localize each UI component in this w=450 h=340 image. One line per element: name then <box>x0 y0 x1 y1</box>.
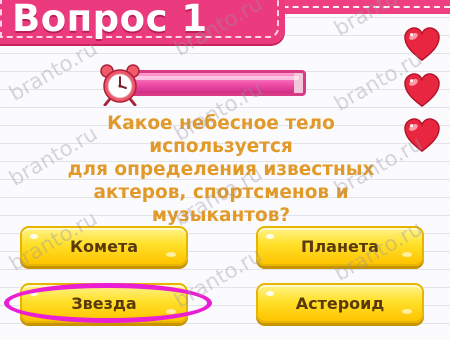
selected-answer-highlight <box>4 283 212 323</box>
question-line: актеров, спортсменов и <box>93 182 349 203</box>
question-line: Какое небесное тело используется <box>107 113 335 157</box>
answer-button-planeta[interactable]: Планета <box>256 226 424 266</box>
question-title: Вопрос 1 <box>12 0 208 40</box>
alarm-clock-icon <box>98 62 142 106</box>
question-text: Какое небесное тело используется для опр… <box>40 112 402 227</box>
heart-icon <box>403 118 441 154</box>
heart-icon <box>403 27 441 63</box>
question-line: для определения известных <box>67 159 375 180</box>
answer-label: Комета <box>69 236 139 256</box>
answer-label: Планета <box>301 236 379 256</box>
answer-label: Астероид <box>295 293 385 313</box>
timer-bar-shine <box>135 76 299 80</box>
answer-button-kometa[interactable]: Комета <box>20 226 188 266</box>
question-line: музыкантов? <box>151 205 291 226</box>
heart-icon <box>403 73 441 109</box>
answer-button-asteroid[interactable]: Астероид <box>256 283 424 323</box>
timer-bar <box>128 70 306 96</box>
